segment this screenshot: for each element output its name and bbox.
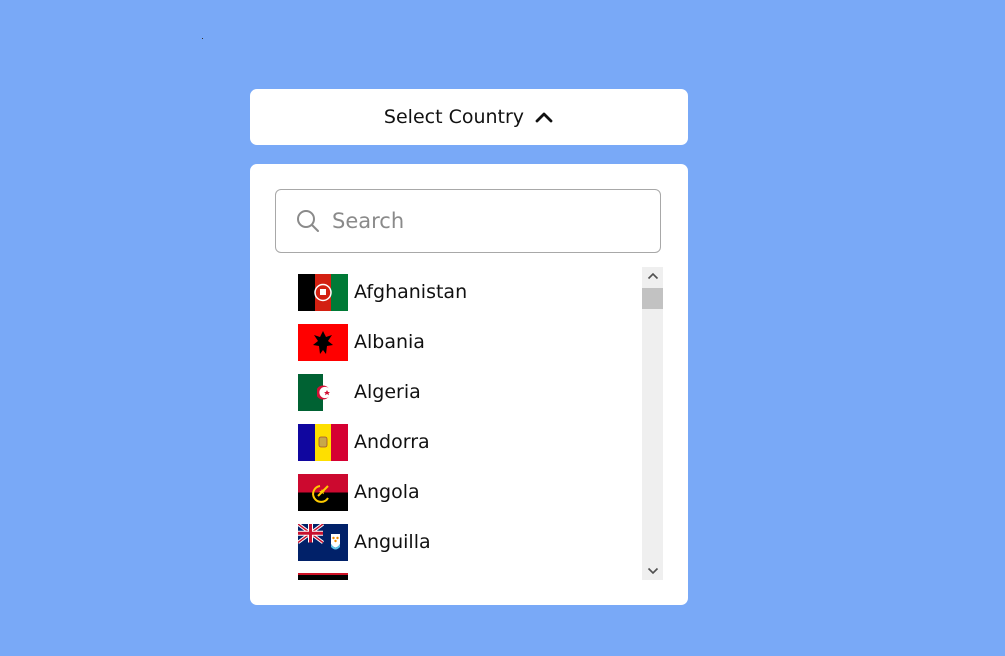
select-country-label: Select Country: [383, 106, 525, 128]
country-item-albania[interactable]: Albania: [298, 317, 638, 367]
scroll-up-arrow-icon[interactable]: [642, 267, 663, 285]
country-item-anguilla[interactable]: Anguilla: [298, 517, 638, 567]
search-field[interactable]: [275, 189, 661, 253]
search-icon: [296, 209, 320, 233]
scroll-down-arrow-icon[interactable]: [642, 562, 663, 580]
country-name: Afghanistan: [354, 281, 468, 303]
flag-angola-icon: [298, 473, 348, 511]
flag-anguilla-icon: [298, 523, 348, 561]
country-dropdown-panel: Afghanistan Albania Algeria: [250, 164, 688, 605]
country-name: Angola: [354, 481, 420, 503]
flag-andorra-icon: [298, 423, 348, 461]
country-item-angola[interactable]: Angola: [298, 467, 638, 517]
select-country-button[interactable]: Select Country: [250, 89, 688, 145]
list-scrollbar[interactable]: [642, 267, 663, 580]
country-item-afghanistan[interactable]: Afghanistan: [298, 267, 638, 317]
country-name: Andorra: [354, 431, 430, 453]
flag-afghanistan-icon: [298, 273, 348, 311]
country-name: Algeria: [354, 381, 421, 403]
country-item-algeria[interactable]: Algeria: [298, 367, 638, 417]
flag-algeria-icon: [298, 373, 348, 411]
stray-dot: [202, 38, 203, 39]
country-list: Afghanistan Albania Algeria Andorra Ango…: [298, 267, 638, 580]
chevron-up-icon: [534, 110, 554, 124]
country-name: Albania: [354, 331, 425, 353]
search-input[interactable]: [330, 208, 634, 234]
flag-albania-icon: [298, 323, 348, 361]
next-flag-partial: [298, 573, 348, 580]
scrollbar-thumb[interactable]: [642, 288, 663, 309]
country-item-andorra[interactable]: Andorra: [298, 417, 638, 467]
country-name: Anguilla: [354, 531, 431, 553]
